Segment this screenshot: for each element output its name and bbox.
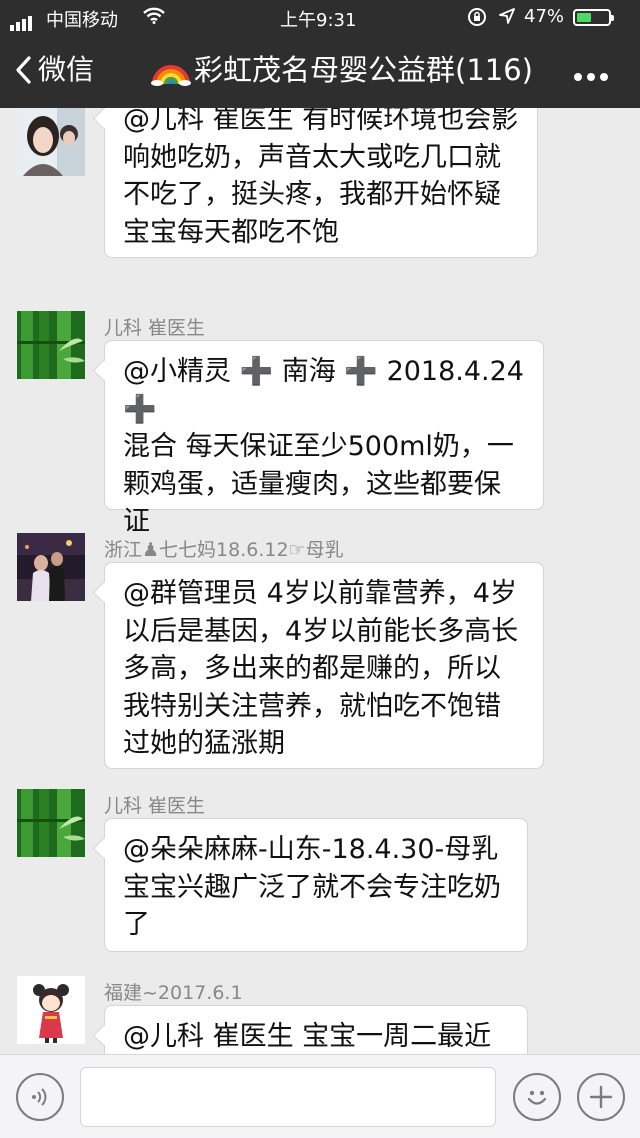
message-line: @群管理员 4岁以前靠营养，4岁 [123, 578, 517, 609]
plus-icon [589, 1085, 613, 1109]
battery-percent: 47% [524, 6, 565, 27]
signal-icon [10, 10, 34, 31]
clock: 上午9:31 [280, 10, 357, 31]
location-arrow-icon [498, 7, 516, 30]
message-input[interactable] [80, 1067, 496, 1127]
message-line: @儿科 崔医生 有时候环境也会影 [123, 108, 519, 135]
message-bubble[interactable]: @儿科 崔医生 宝宝一周二最近 [104, 1005, 528, 1054]
avatar-cartoon-girl[interactable] [17, 976, 85, 1044]
message-bubble[interactable]: @群管理员 4岁以前靠营养，4岁 以后是基因，4岁以前能长多高长 多高，多出来的… [104, 562, 544, 769]
message-line: 颗鸡蛋，适量瘦肉，这些都要保 [123, 468, 501, 500]
message-bubble[interactable]: @小精灵 ➕ 南海 ➕ 2018.4.24 ➕ 混合 每天保证至少500ml奶，… [104, 340, 544, 537]
message-bubble[interactable]: @儿科 崔医生 有时候环境也会影 响她吃奶，声音太大或吃几口就 不吃了，挺头疼，… [104, 108, 538, 258]
voice-icon [32, 1088, 47, 1106]
message-line: 混合 每天保证至少500ml奶，一 [123, 431, 514, 462]
emoji-button[interactable] [513, 1073, 561, 1121]
avatar-bamboo[interactable] [17, 789, 85, 857]
message-line: 过她的猛涨期 [123, 728, 285, 759]
message-line: @小精灵 ➕ 南海 ➕ 2018.4.24 ➕ [123, 356, 524, 425]
chat-title-text: 彩虹茂名母婴公益群(116) [194, 53, 533, 87]
emoji-icon [527, 1090, 547, 1105]
back-button[interactable]: 微信 [14, 48, 94, 92]
message-line: 宝宝每天都吃不饱 [123, 216, 339, 248]
carrier-label: 中国移动 [46, 10, 118, 31]
more-button[interactable] [574, 66, 624, 81]
header: 中国移动 上午9:31 47% 微信 彩虹茂名母婴公益群(116) [0, 0, 640, 108]
rotation-lock-icon [467, 7, 487, 32]
chat-title: 彩虹茂名母婴公益群(116) [150, 48, 570, 92]
message-line: 了 [123, 909, 150, 940]
chevron-left-icon [16, 56, 31, 84]
avatar-night-couple-photo[interactable] [17, 533, 85, 601]
message-line: @儿科 崔医生 宝宝一周二最近 [123, 1021, 492, 1052]
message-bubble[interactable]: @朵朵麻麻-山东-18.4.30-母乳 宝宝兴趣广泛了就不会专注吃奶 了 [104, 818, 528, 952]
message-line: @朵朵麻麻-山东-18.4.30-母乳 [123, 834, 499, 865]
message-line: 我特别关注营养，就怕吃不饱错 [123, 690, 501, 722]
more-dots-icon [574, 66, 613, 85]
sender-name: 儿科 崔医生 [104, 317, 206, 339]
battery-fill [577, 13, 592, 22]
back-label: 微信 [38, 53, 95, 86]
avatar-bamboo[interactable] [17, 311, 85, 379]
battery-nub [611, 15, 614, 21]
message-line: 宝宝兴趣广泛了就不会专注吃奶 [123, 871, 501, 903]
voice-button[interactable] [16, 1073, 64, 1121]
message-line: 以后是基因，4岁以前能长多高长 [123, 615, 519, 647]
rainbow-emoji [151, 65, 191, 86]
battery-icon [573, 9, 614, 26]
sender-name: 浙江♟七七妈18.6.12☞母乳 [104, 539, 344, 561]
wifi-icon [143, 7, 165, 29]
nav-bar: 微信 彩虹茂名母婴公益群(116) [0, 36, 640, 108]
message-line: 响她吃奶，声音太大或吃几口就 [123, 141, 501, 173]
message-line: 不吃了，挺头疼，我都开始怀疑 [123, 179, 501, 210]
plus-button[interactable] [577, 1073, 625, 1121]
sender-name: 儿科 崔医生 [104, 795, 206, 817]
message-line: 多高，多出来的都是赚的，所以 [123, 653, 501, 684]
sender-name: 福建~2017.6.1 [104, 982, 243, 1004]
avatar-girl-photo[interactable] [17, 108, 85, 176]
input-bar [0, 1054, 640, 1138]
chat-area[interactable]: @儿科 崔医生 有时候环境也会影 响她吃奶，声音太大或吃几口就 不吃了，挺头疼，… [0, 108, 640, 1054]
status-bar: 中国移动 上午9:31 47% [0, 0, 640, 36]
